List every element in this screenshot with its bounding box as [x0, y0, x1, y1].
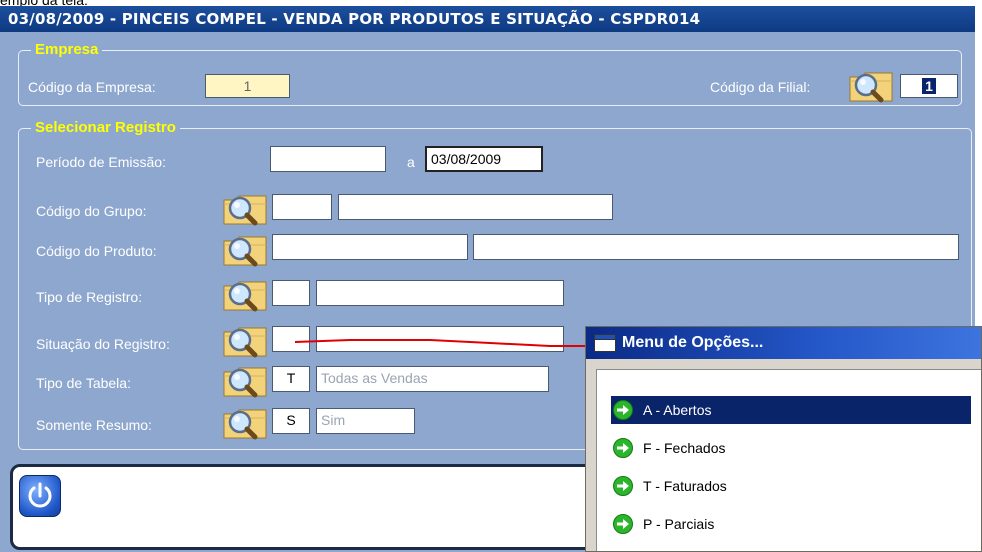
power-button[interactable]: [19, 475, 61, 517]
options-menu-list: A - Abertos F - Fechados T - Faturados P…: [596, 369, 981, 551]
produto-lookup-icon[interactable]: [222, 233, 268, 267]
situacao-lookup-icon[interactable]: [222, 324, 268, 358]
periodo-a-label: a: [407, 154, 415, 170]
window-title-bar: 03/08/2009 - PINCEIS COMPEL - VENDA POR …: [0, 6, 975, 32]
options-menu-title-bar[interactable]: Menu de Opções...: [586, 327, 981, 359]
annotation-line: [294, 339, 595, 347]
grupo-code-field[interactable]: [272, 194, 332, 220]
green-arrow-icon: [613, 400, 633, 420]
codigo-empresa-field[interactable]: 1: [205, 74, 290, 98]
codigo-grupo-label: Código do Grupo:: [36, 203, 147, 219]
codigo-filial-field[interactable]: 1: [900, 74, 958, 98]
green-arrow-icon: [613, 514, 633, 534]
menu-item-faturados[interactable]: T - Faturados: [611, 472, 971, 500]
tipo-tabela-desc-field: Todas as Vendas: [316, 366, 549, 392]
power-icon: [28, 482, 52, 508]
codigo-produto-label: Código do Produto:: [36, 243, 157, 259]
tipo-tabela-label: Tipo de Tabela:: [36, 375, 131, 391]
grupo-lookup-icon[interactable]: [222, 192, 268, 226]
filial-lookup-icon[interactable]: [848, 69, 894, 103]
tipo-tabela-code-field[interactable]: T: [272, 366, 310, 392]
tipo-registro-desc-field[interactable]: [316, 280, 564, 306]
menu-item-abertos[interactable]: A - Abertos: [611, 396, 971, 424]
codigo-filial-label: Código da Filial:: [710, 79, 811, 95]
empresa-group: Empresa: [18, 41, 962, 106]
menu-item-label: T - Faturados: [643, 478, 727, 494]
produto-desc-field[interactable]: [473, 234, 959, 260]
resumo-code-field[interactable]: S: [272, 408, 310, 434]
somente-resumo-label: Somente Resumo:: [36, 417, 152, 433]
tipo-registro-lookup-icon[interactable]: [222, 278, 268, 312]
tipo-tabela-lookup-icon[interactable]: [222, 364, 268, 398]
periodo-de-field[interactable]: [270, 146, 386, 172]
periodo-emissao-label: Período de Emissão:: [36, 154, 166, 170]
menu-item-label: P - Parciais: [643, 516, 715, 532]
menu-item-label: F - Fechados: [643, 440, 726, 456]
resumo-lookup-icon[interactable]: [222, 406, 268, 440]
resumo-desc-field: Sim: [316, 408, 415, 434]
empresa-legend: Empresa: [31, 41, 103, 59]
window-icon: [594, 334, 616, 352]
options-menu-title: Menu de Opções...: [622, 334, 764, 351]
menu-item-label: A - Abertos: [643, 402, 712, 418]
green-arrow-icon: [613, 438, 633, 458]
tipo-registro-label: Tipo de Registro:: [36, 289, 143, 305]
codigo-filial-value: 1: [922, 78, 936, 94]
tipo-registro-code-field[interactable]: [272, 280, 310, 306]
codigo-empresa-label: Código da Empresa:: [28, 79, 156, 95]
menu-item-parciais[interactable]: P - Parciais: [611, 510, 971, 538]
selecionar-registro-legend: Selecionar Registro: [31, 119, 180, 137]
periodo-ate-field[interactable]: 03/08/2009: [425, 146, 543, 172]
menu-item-fechados[interactable]: F - Fechados: [611, 434, 971, 462]
situacao-registro-label: Situação do Registro:: [36, 336, 170, 352]
options-menu-window: Menu de Opções... A - Abertos F - Fechad…: [585, 326, 982, 552]
grupo-desc-field[interactable]: [338, 194, 613, 220]
green-arrow-icon: [613, 476, 633, 496]
produto-code-field[interactable]: [272, 234, 468, 260]
